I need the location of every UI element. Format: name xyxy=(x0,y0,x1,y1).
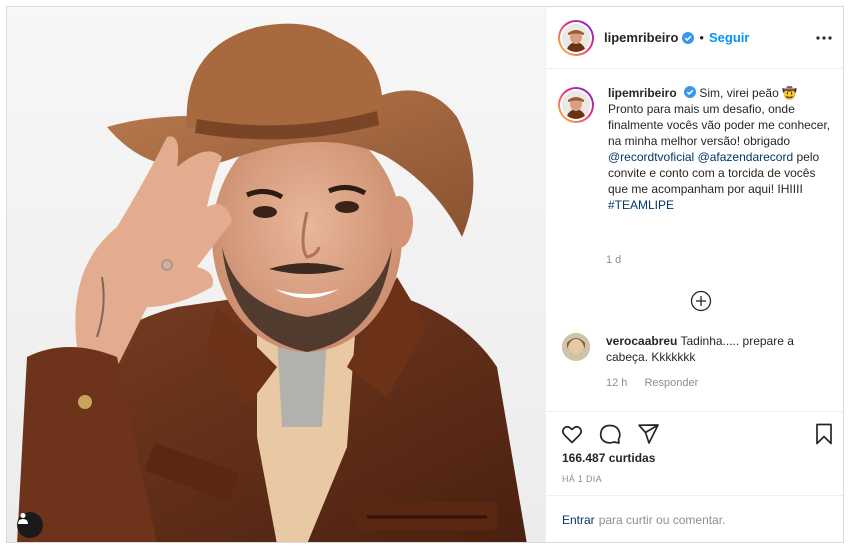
caption-text: lipemribeiro Sim, virei peão 🤠 Pronto pa… xyxy=(608,85,834,213)
caption: lipemribeiro Sim, virei peão 🤠 Pronto pa… xyxy=(558,85,838,213)
login-prompt: Entrar para curtir ou comentar. xyxy=(546,495,843,542)
comment-item: verocaabreu Tadinha..... prepare a cabeç… xyxy=(562,333,838,365)
bookmark-icon[interactable] xyxy=(812,422,836,446)
user-tag-icon[interactable] xyxy=(17,512,43,538)
comment-meta: 12 h Responder xyxy=(606,377,712,389)
post-sidebar: lipemribeiro • Seguir lipemribeiro Sim, … xyxy=(545,7,843,542)
plus-circle-icon[interactable] xyxy=(690,290,712,312)
post-window: lipemribeiro • Seguir lipemribeiro Sim, … xyxy=(6,6,844,543)
post-photo[interactable] xyxy=(7,7,545,542)
post-date: HÁ 1 DIA xyxy=(562,474,602,484)
header-username[interactable]: lipemribeiro xyxy=(604,30,678,45)
login-prompt-text: para curtir ou comentar. xyxy=(598,513,726,527)
caption-age: 1 d xyxy=(606,254,622,266)
reply-button[interactable]: Responder xyxy=(644,377,698,389)
mention-afazendarecord[interactable]: @afazendarecord xyxy=(698,150,794,164)
action-bar xyxy=(546,411,843,455)
photo-illustration xyxy=(7,7,545,542)
likes-count[interactable]: 166.487 curtidas xyxy=(562,451,655,465)
mention-recordtvoficial[interactable]: @recordtvoficial xyxy=(608,150,694,164)
comment-text: verocaabreu Tadinha..... prepare a cabeç… xyxy=(606,333,826,365)
hashtag-teamlipe[interactable]: #TEAMLIPE xyxy=(608,198,674,212)
follow-button[interactable]: Seguir xyxy=(709,30,749,45)
caption-avatar[interactable] xyxy=(558,87,594,123)
comment-bubble-icon[interactable] xyxy=(598,422,622,446)
header-separator: • xyxy=(699,30,704,45)
verified-badge-icon xyxy=(684,86,697,98)
login-link[interactable]: Entrar xyxy=(562,513,595,527)
heart-icon[interactable] xyxy=(560,422,584,446)
paper-plane-icon[interactable] xyxy=(636,422,660,446)
comment-avatar[interactable] xyxy=(562,333,590,361)
comment-username[interactable]: verocaabreu xyxy=(606,334,677,348)
more-options-icon[interactable] xyxy=(814,31,834,45)
caption-username[interactable]: lipemribeiro xyxy=(608,86,677,100)
avatar[interactable] xyxy=(558,19,594,56)
post-header: lipemribeiro • Seguir xyxy=(546,7,843,69)
comment-time: 12 h xyxy=(606,377,628,389)
verified-badge-icon xyxy=(682,31,695,44)
